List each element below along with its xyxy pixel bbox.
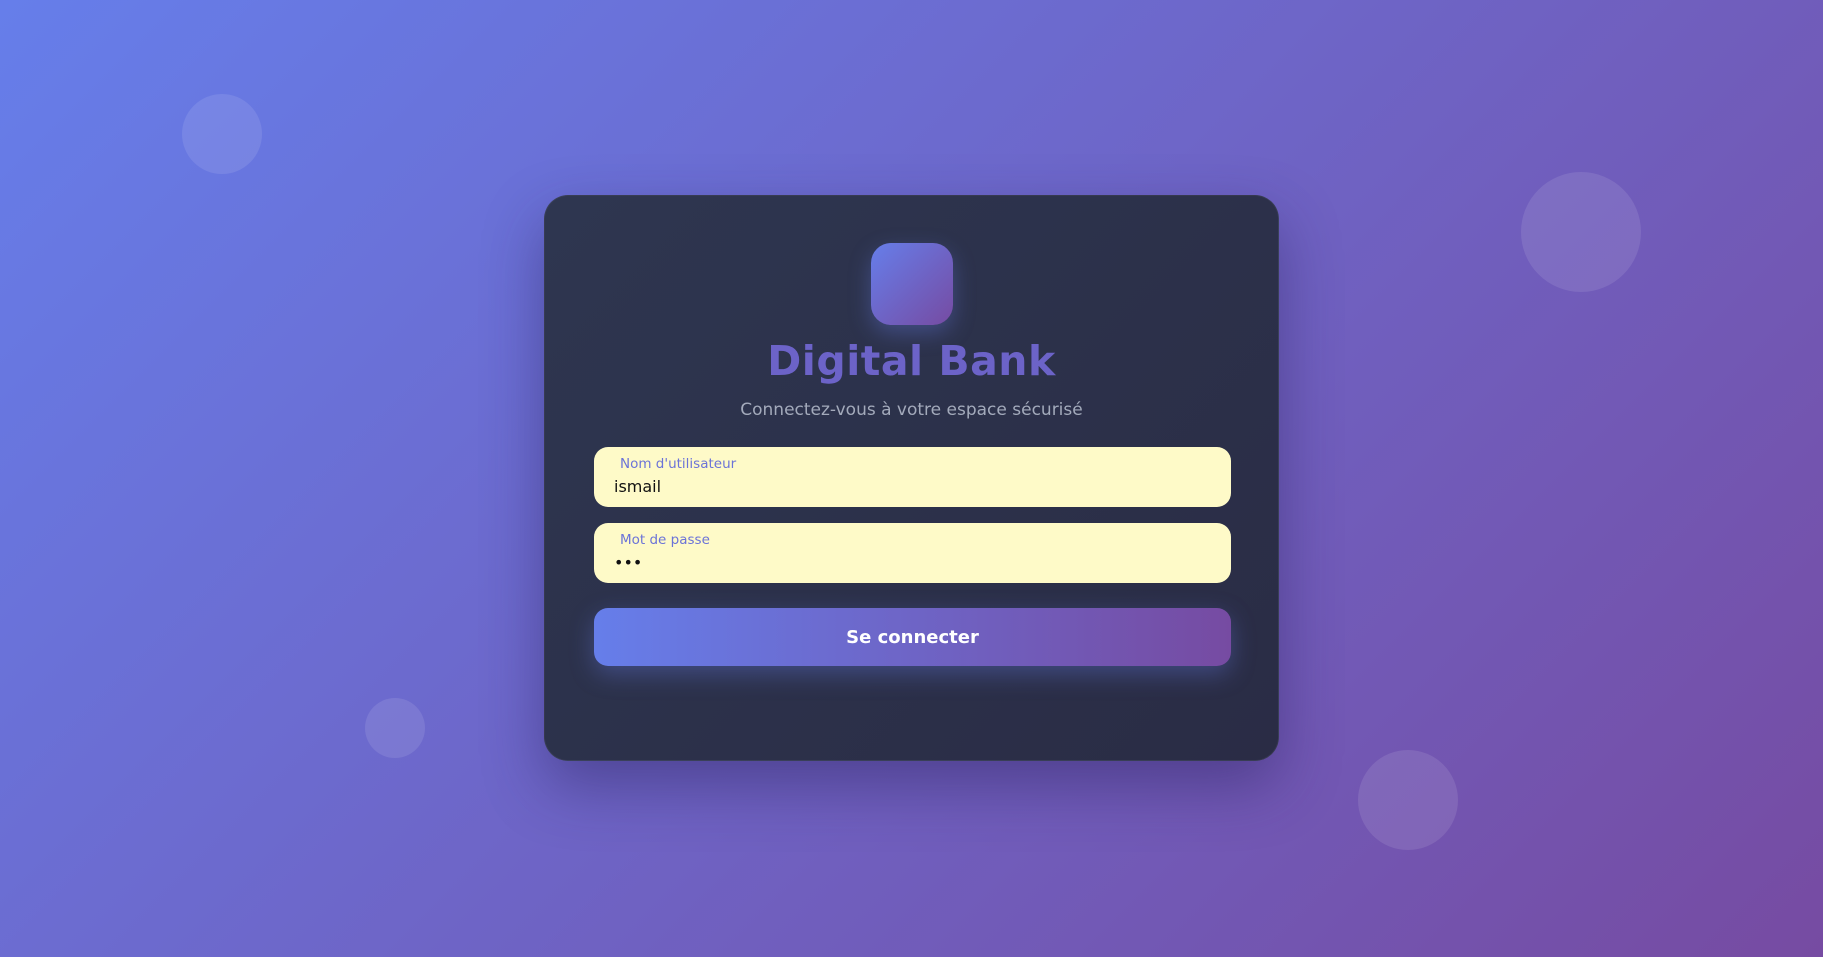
decorative-circle bbox=[1358, 750, 1458, 850]
login-card: Digital Bank Connectez-vous à votre espa… bbox=[544, 195, 1279, 761]
password-input[interactable] bbox=[614, 550, 1204, 574]
app-subtitle: Connectez-vous à votre espace sécurisé bbox=[740, 400, 1083, 420]
login-button[interactable]: Se connecter bbox=[594, 608, 1231, 666]
username-field[interactable]: Nom d'utilisateur bbox=[594, 447, 1231, 507]
decorative-circle bbox=[182, 94, 262, 174]
decorative-circle bbox=[365, 698, 425, 758]
username-input[interactable] bbox=[614, 474, 1204, 498]
decorative-circle bbox=[1521, 172, 1641, 292]
app-title: Digital Bank bbox=[767, 337, 1056, 385]
username-label: Nom d'utilisateur bbox=[620, 456, 737, 472]
password-field[interactable]: Mot de passe bbox=[594, 523, 1231, 583]
password-label: Mot de passe bbox=[620, 532, 710, 548]
bank-logo-icon bbox=[871, 243, 953, 325]
